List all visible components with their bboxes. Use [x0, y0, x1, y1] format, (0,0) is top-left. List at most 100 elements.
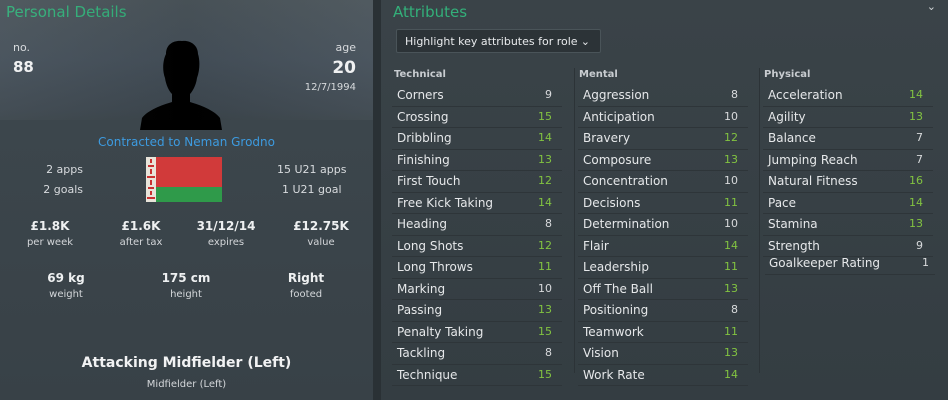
attribute-row[interactable]: Penalty Taking 15	[392, 322, 562, 343]
attribute-name: Long Throws	[397, 260, 473, 274]
attribute-value: 12	[724, 131, 738, 144]
wage-value: £1.8K	[30, 219, 70, 233]
attribute-name: Free Kick Taking	[397, 195, 494, 210]
attribute-row[interactable]: Vision 13	[578, 343, 748, 365]
attribute-row[interactable]: Tackling 8	[392, 343, 562, 365]
attribute-row[interactable]: Passing 13	[392, 300, 562, 322]
attribute-name: First Touch	[397, 174, 461, 188]
personal-details-title: Personal Details	[6, 3, 127, 21]
weight-label: weight	[49, 289, 83, 300]
apps-count: 2 apps	[46, 163, 83, 176]
attribute-value: 8	[731, 303, 738, 316]
attribute-row[interactable]: Concentration 10	[578, 171, 748, 193]
flag-red-band	[146, 157, 222, 187]
attribute-row[interactable]: Finishing 13	[392, 150, 562, 171]
attribute-name: Jumping Reach	[768, 152, 858, 167]
attribute-row[interactable]: Jumping Reach 7	[763, 150, 933, 171]
attribute-row[interactable]: Flair 14	[578, 236, 748, 257]
height-label: height	[170, 289, 202, 300]
attribute-row[interactable]: First Touch 12	[392, 171, 562, 193]
attribute-row[interactable]: Agility 13	[763, 107, 933, 128]
attribute-row[interactable]: Positioning 8	[578, 300, 748, 322]
attribute-row[interactable]: Work Rate 14	[578, 365, 748, 386]
attribute-name: Natural Fitness	[768, 174, 858, 188]
attribute-row[interactable]: Long Shots 12	[392, 236, 562, 257]
attribute-value: 9	[545, 88, 552, 101]
attribute-row[interactable]: Technique 15	[392, 365, 562, 386]
attribute-row[interactable]: Stamina 13	[763, 214, 933, 236]
highlight-key-attributes-dropdown[interactable]: Highlight key attributes for role ⌄	[396, 29, 601, 53]
player-silhouette-icon	[140, 40, 222, 130]
chevron-down-icon[interactable]: ⌄	[927, 0, 936, 13]
attribute-name: Positioning	[583, 303, 649, 317]
attribute-name: Off The Ball	[583, 281, 653, 296]
attribute-name: Dribbling	[397, 131, 452, 145]
attribute-row[interactable]: Composure 13	[578, 150, 748, 171]
attribute-value: 12	[538, 174, 552, 187]
attribute-value: 7	[916, 131, 923, 144]
attribute-value: 14	[724, 367, 738, 381]
attribute-row[interactable]: Off The Ball 13	[578, 279, 748, 300]
attribute-name: Composure	[583, 152, 652, 167]
attribute-name: Concentration	[583, 174, 668, 188]
goalkeeper-rating-row[interactable]: Goalkeeper Rating 1	[765, 252, 935, 275]
attribute-value: 10	[538, 281, 552, 295]
attribute-row[interactable]: Acceleration 14	[763, 85, 933, 107]
mental-attributes-list: Aggression 8 Anticipation 10 Bravery 12 Compos…	[578, 85, 748, 386]
attribute-value: 8	[545, 346, 552, 359]
attribute-row[interactable]: Anticipation 10	[578, 107, 748, 128]
after-tax-label: after tax	[119, 237, 163, 248]
attribute-row[interactable]: Crossing 15	[392, 107, 562, 128]
u21-goals-count: 1 U21 goal	[282, 183, 342, 196]
attribute-row[interactable]: Balance 7	[763, 128, 933, 150]
attribute-row[interactable]: Natural Fitness 16	[763, 171, 933, 193]
attribute-row[interactable]: Aggression 8	[578, 85, 748, 107]
attribute-row[interactable]: Corners 9	[392, 85, 562, 107]
attribute-name: Crossing	[397, 109, 449, 124]
attribute-name: Balance	[768, 131, 816, 145]
attribute-row[interactable]: Dribbling 14	[392, 128, 562, 150]
column-separator	[574, 68, 575, 373]
highlight-dropdown-label: Highlight key attributes for role	[405, 35, 578, 48]
attribute-value: 13	[909, 109, 923, 123]
u21-apps-count: 15 U21 apps	[277, 163, 347, 176]
attribute-row[interactable]: Heading 8	[392, 214, 562, 236]
attribute-name: Stamina	[768, 217, 818, 231]
attributes-title: Attributes	[393, 3, 468, 21]
transfer-value: £12.75K	[293, 219, 349, 233]
attribute-value: 13	[724, 152, 738, 166]
attribute-name: Acceleration	[768, 88, 843, 102]
attribute-row[interactable]: Bravery 12	[578, 128, 748, 150]
attribute-row[interactable]: Free Kick Taking 14	[392, 193, 562, 214]
preferred-foot-label: footed	[289, 289, 323, 300]
attribute-value: 11	[724, 260, 738, 273]
preferred-foot-value: Right	[287, 271, 325, 285]
attribute-value: 13	[538, 303, 552, 316]
attribute-row[interactable]: Leadership 11	[578, 257, 748, 279]
attributes-panel: Attributes ⌄ Highlight key attributes fo…	[381, 0, 948, 400]
attribute-row[interactable]: Pace 14	[763, 193, 933, 214]
contract-expiry-label: expires	[207, 237, 245, 248]
attribute-row[interactable]: Marking 10	[392, 279, 562, 300]
attribute-row[interactable]: Determination 10	[578, 214, 748, 236]
attribute-row[interactable]: Teamwork 11	[578, 322, 748, 343]
attribute-row[interactable]: Long Throws 11	[392, 257, 562, 279]
attribute-name: Determination	[583, 217, 670, 231]
attribute-name: Bravery	[583, 131, 631, 145]
goalkeeper-rating-value: 1	[922, 256, 929, 269]
contract-link[interactable]: Contracted to Neman Grodno	[0, 135, 373, 149]
attribute-name: Heading	[397, 217, 447, 231]
attribute-name: Corners	[397, 88, 444, 102]
attribute-name: Marking	[397, 281, 446, 296]
attribute-value: 11	[724, 195, 738, 209]
height-value: 175 cm	[161, 271, 211, 285]
attribute-name: Finishing	[397, 152, 450, 167]
attribute-value: 13	[724, 346, 738, 359]
after-tax-value: £1.6K	[121, 219, 161, 233]
attribute-value: 10	[724, 109, 738, 123]
attribute-name: Anticipation	[583, 109, 655, 124]
contract-expiry-value: 31/12/14	[196, 219, 256, 233]
attribute-row[interactable]: Decisions 11	[578, 193, 748, 214]
attribute-value: 8	[545, 217, 552, 230]
attribute-value: 11	[724, 324, 738, 338]
